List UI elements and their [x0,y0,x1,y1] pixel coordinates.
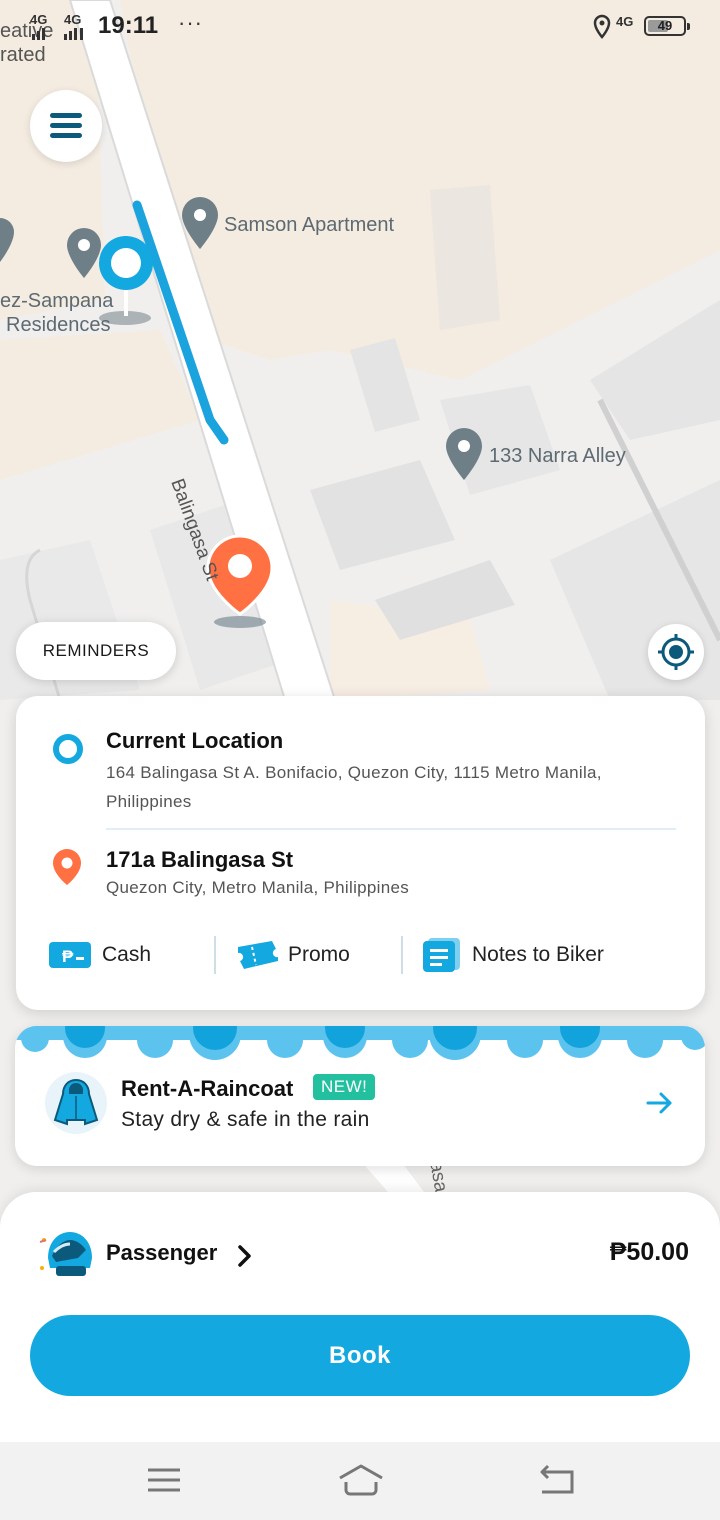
payment-method-button[interactable]: ₱ Cash [48,934,151,976]
raincoat-icon [45,1072,107,1134]
my-location-button[interactable] [648,624,704,680]
rain-clouds-decoration [15,1026,705,1060]
notes-to-biker-button[interactable]: Notes to Biker [422,934,604,976]
location-status-icon [593,14,611,39]
signal-4g-1: 4G [30,12,48,27]
destination-address[interactable]: Quezon City, Metro Manila, Philippines [106,878,409,898]
book-button[interactable]: Book [30,1315,690,1396]
fare-price: ₱50.00 [609,1238,689,1266]
raincoat-title: Rent-A-Raincoat [121,1076,294,1101]
signal-4g-2: 4G [64,12,82,27]
map-label-narra[interactable]: 133 Narra Alley [489,445,626,468]
promo-label: Promo [288,943,350,966]
destination-title[interactable]: 171a Balingasa St [106,847,293,873]
battery-icon: 49 [644,16,690,36]
crosshair-icon [658,634,694,670]
signal-bars-icon [32,28,83,40]
chevron-right-icon[interactable] [236,1244,254,1268]
notes-label: Notes to Biker [472,943,604,966]
map-label-samson[interactable]: Samson Apartment [224,214,394,237]
cash-icon: ₱ [49,942,91,968]
origin-address[interactable]: 164 Balingasa St A. Bonifacio, Quezon Ci… [106,758,666,816]
ticket-icon [238,941,278,969]
divider [106,828,676,830]
arrow-right-icon [646,1092,672,1114]
back-icon[interactable] [538,1462,578,1498]
hamburger-icon [50,113,82,118]
new-badge: NEW! [313,1074,376,1100]
passenger-helmet-icon [38,1228,96,1285]
notes-icon [423,938,460,972]
more-notifications-icon: ··· [178,10,203,35]
reminders-button[interactable]: REMINDERS [16,622,176,680]
raincoat-subtitle: Stay dry & safe in the rain [121,1108,370,1131]
origin-dot-icon [53,734,83,764]
status-bar: 4G 4G 19:11 ··· 4G 49 [0,0,720,56]
service-type-label[interactable]: Passenger [106,1240,217,1266]
booking-sheet: Passenger ₱50.00 Book [0,1192,720,1442]
svg-text:₱: ₱ [62,947,74,966]
origin-title[interactable]: Current Location [106,728,283,754]
map-label-residence-1[interactable]: ez-Sampana [0,290,113,313]
promo-button[interactable]: Promo [234,934,350,976]
network-4g: 4G [616,14,634,29]
battery-level: 49 [657,18,673,33]
map-label-residence-2[interactable]: Residences [6,314,111,337]
recent-apps-icon[interactable] [144,1462,184,1498]
raincoat-promo-card[interactable]: Rent-A-Raincoat NEW! Stay dry & safe in … [15,1026,705,1166]
trip-card: Current Location 164 Balingasa St A. Bon… [16,696,705,1010]
destination-pin-icon [53,849,81,885]
menu-button[interactable] [30,90,102,162]
payment-label: Cash [102,943,152,966]
system-navigation-bar [0,1442,720,1520]
home-icon[interactable] [338,1462,384,1498]
status-time: 19:11 [98,12,159,39]
